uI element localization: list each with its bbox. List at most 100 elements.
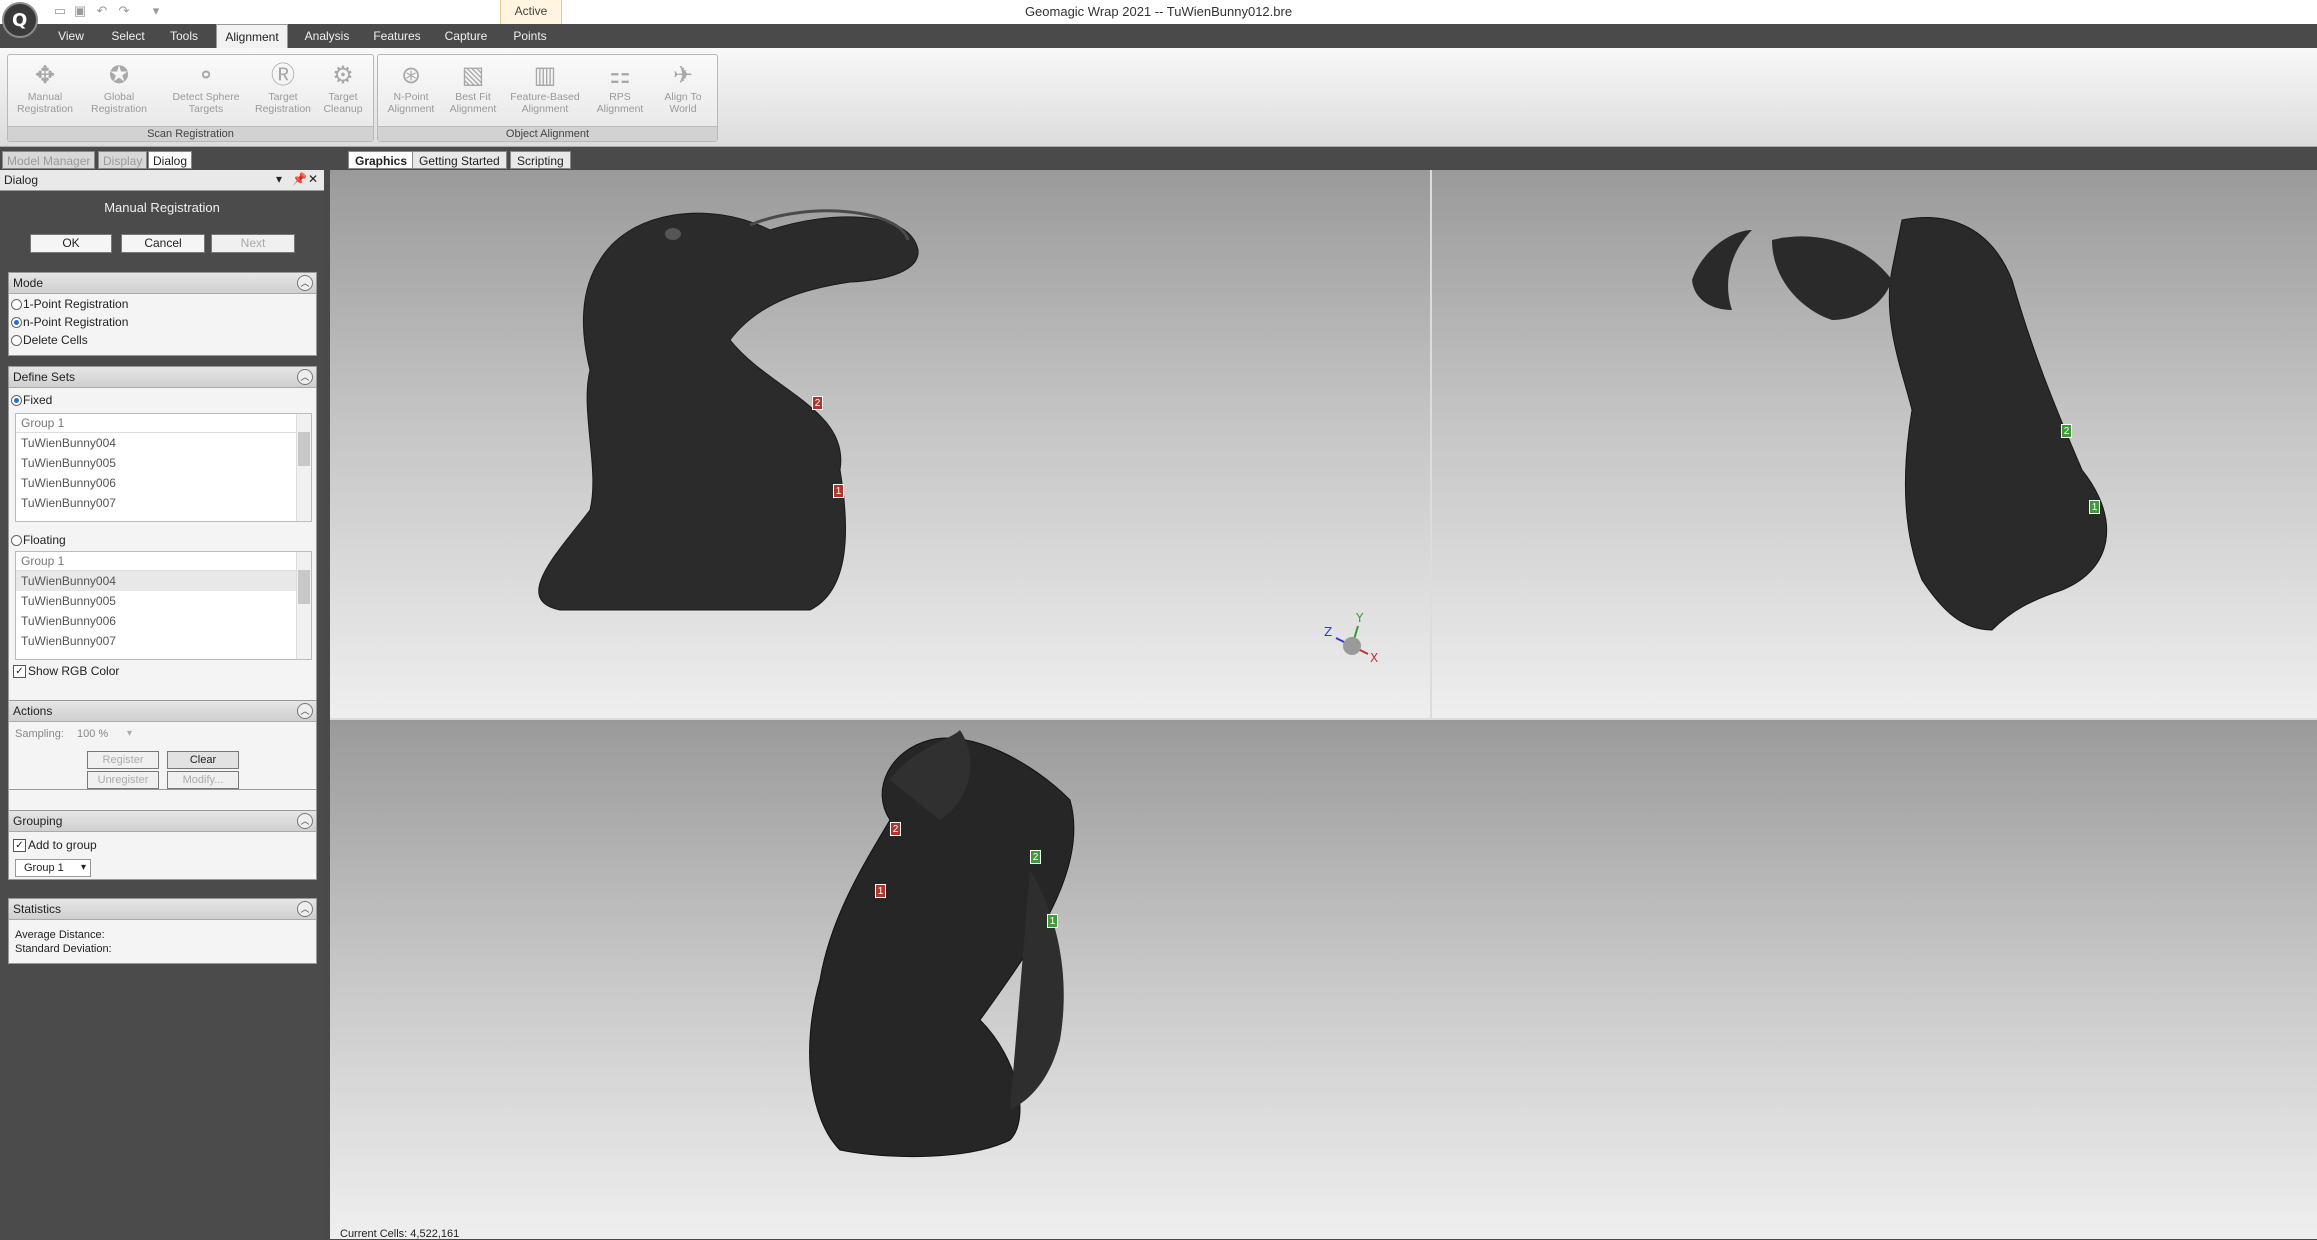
tab-graphics[interactable]: Graphics [348, 151, 415, 169]
tab-select[interactable]: Select [108, 24, 148, 48]
scrollbar[interactable] [296, 414, 311, 521]
target-registration-button[interactable]: Ⓡ Target Registration [248, 57, 318, 123]
sampling-label: Sampling: [15, 728, 64, 740]
section-header[interactable]: Actions ︿ [9, 701, 316, 722]
button-label: Alignment [596, 103, 644, 115]
tab-tools[interactable]: Tools [164, 24, 204, 48]
tab-display[interactable]: Display [98, 151, 148, 169]
modify-button[interactable]: Modify... [167, 771, 239, 789]
fixed-list[interactable]: Group 1 TuWienBunny004 TuWienBunny005 Tu… [15, 413, 312, 522]
button-label: Manual [27, 91, 63, 103]
radio-floating[interactable] [11, 535, 22, 546]
section-header[interactable]: Grouping ︿ [9, 811, 316, 832]
radio-delete-cells[interactable] [11, 335, 22, 346]
section-header[interactable]: Define Sets ︿ [9, 367, 316, 388]
radio-n-point[interactable] [11, 317, 22, 328]
collapse-icon[interactable]: ︿ [297, 703, 313, 719]
target-cleanup-button[interactable]: ⚙ Target Cleanup [314, 57, 372, 123]
viewport-floating[interactable]: 2 1 [1432, 170, 2317, 718]
close-icon[interactable]: ✕ [308, 172, 318, 186]
unregister-button[interactable]: Unregister [87, 771, 159, 789]
section-header[interactable]: Mode ︿ [9, 273, 316, 294]
marker-fixed-1[interactable]: 1 [833, 484, 844, 498]
tab-alignment[interactable]: Alignment [216, 24, 288, 48]
marker-combined-green-1[interactable]: 1 [1047, 914, 1058, 928]
collapse-icon[interactable]: ︿ [297, 369, 313, 385]
next-button[interactable]: Next [211, 234, 295, 253]
list-group-header: Group 1 [16, 414, 301, 433]
add-to-group-label: Add to group [28, 838, 97, 852]
list-item[interactable]: TuWienBunny004 [16, 571, 301, 591]
register-button[interactable]: Register [87, 751, 159, 769]
marker-fixed-2[interactable]: 2 [812, 396, 823, 410]
show-rgb-checkbox[interactable]: ✓ [13, 665, 26, 678]
button-label: Best Fit [455, 91, 491, 103]
list-item[interactable]: TuWienBunny004 [16, 433, 301, 453]
actions-section: Actions ︿ Sampling: 100 % ▾ Register Cle… [8, 700, 317, 790]
cancel-button[interactable]: Cancel [121, 234, 205, 253]
viewport-fixed[interactable]: 2 1 Z Y X [330, 170, 1430, 718]
align-to-world-button[interactable]: ✈ Align To World [652, 57, 714, 123]
scroll-thumb[interactable] [298, 570, 310, 604]
scroll-thumb[interactable] [298, 432, 310, 466]
button-label: Registration [16, 103, 74, 115]
viewport-combined[interactable]: 2 1 2 1 [330, 720, 2317, 1239]
tab-scripting[interactable]: Scripting [510, 151, 571, 169]
floating-list[interactable]: Group 1 TuWienBunny004 TuWienBunny005 Tu… [15, 551, 312, 660]
marker-floating-1[interactable]: 1 [2089, 500, 2100, 514]
tab-model-manager[interactable]: Model Manager [2, 151, 96, 169]
tab-features[interactable]: Features [370, 24, 424, 48]
collapse-icon[interactable]: ︿ [297, 813, 313, 829]
app-logo-icon: Q [12, 10, 28, 31]
scrollbar[interactable] [296, 552, 311, 659]
view-tabs: Graphics Getting Started Scripting [334, 148, 2317, 170]
radio-fixed[interactable] [11, 395, 22, 406]
app-menu-button[interactable]: Q [2, 2, 38, 38]
sampling-value[interactable]: 100 % [77, 728, 108, 740]
section-title: Statistics [13, 902, 62, 916]
tab-view[interactable]: View [56, 24, 86, 48]
tab-getting-started[interactable]: Getting Started [412, 151, 507, 169]
list-item[interactable]: TuWienBunny005 [16, 453, 301, 473]
button-label: N-Point [393, 91, 429, 103]
pin-icon[interactable]: 📌 [292, 172, 307, 186]
marker-combined-red-2[interactable]: 2 [890, 822, 901, 836]
tab-analysis[interactable]: Analysis [300, 24, 354, 48]
group-select-value: Group 1 [24, 862, 64, 874]
ok-button[interactable]: OK [30, 234, 112, 253]
collapse-icon[interactable]: ︿ [297, 901, 313, 917]
chevron-down-icon[interactable]: ▾ [276, 172, 282, 186]
radio-1-point[interactable] [11, 299, 22, 310]
rps-alignment-button[interactable]: ⚏ RPS Alignment [588, 57, 652, 123]
list-item[interactable]: TuWienBunny007 [16, 493, 301, 513]
list-item[interactable]: TuWienBunny007 [16, 631, 301, 651]
button-label: Global [103, 91, 135, 103]
list-item[interactable]: TuWienBunny005 [16, 591, 301, 611]
global-registration-button[interactable]: ✪ Global Registration [84, 57, 154, 123]
best-fit-alignment-button[interactable]: ▧ Best Fit Alignment [442, 57, 504, 123]
list-item[interactable]: TuWienBunny006 [16, 611, 301, 631]
section-header[interactable]: Statistics ︿ [9, 899, 316, 920]
tab-dialog[interactable]: Dialog [148, 151, 193, 169]
bunny-combined-model [809, 730, 1075, 1158]
ribbon: ✥ Manual Registration ✪ Global Registrat… [0, 48, 2317, 147]
tab-points[interactable]: Points [508, 24, 552, 48]
list-item[interactable]: TuWienBunny006 [16, 473, 301, 493]
sampling-spinner-icon[interactable]: ▾ [127, 728, 132, 739]
marker-combined-red-1[interactable]: 1 [875, 884, 886, 898]
add-to-group-checkbox[interactable]: ✓ [13, 839, 26, 852]
manual-registration-button[interactable]: ✥ Manual Registration [10, 57, 80, 123]
clear-button[interactable]: Clear [167, 751, 239, 769]
marker-combined-green-2[interactable]: 2 [1030, 850, 1041, 864]
section-title: Define Sets [13, 370, 76, 384]
chevron-down-icon: ▾ [80, 862, 86, 873]
feature-based-alignment-button[interactable]: ▥ Feature-Based Alignment [504, 57, 586, 123]
group-select[interactable]: Group 1 ▾ [15, 859, 91, 877]
detect-sphere-targets-button[interactable]: ⚬ Detect Sphere Targets [164, 57, 248, 123]
list-group-header: Group 1 [16, 552, 301, 571]
n-point-alignment-button[interactable]: ⊛ N-Point Alignment [380, 57, 442, 123]
object-alignment-group: ⊛ N-Point Alignment ▧ Best Fit Alignment… [377, 54, 718, 142]
marker-floating-2[interactable]: 2 [2061, 424, 2072, 438]
collapse-icon[interactable]: ︿ [297, 275, 313, 291]
tab-capture[interactable]: Capture [440, 24, 492, 48]
